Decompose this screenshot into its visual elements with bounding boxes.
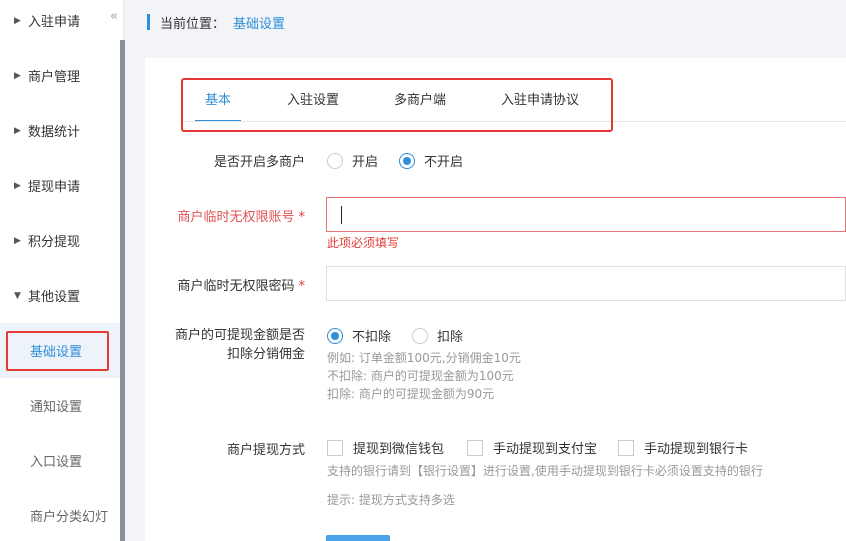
sidebar-item-label: 积分提现: [28, 235, 81, 250]
sidebar-item-withdraw-apply[interactable]: ▶ 提现申请: [0, 158, 120, 213]
caret-right-icon: ▶: [14, 235, 21, 246]
checkbox-icon: [467, 439, 483, 456]
hint-line: 例如: 订单金额100元,分销佣金10元: [327, 351, 521, 365]
caret-right-icon: ▶: [14, 70, 21, 81]
sidebar-item-points-withdraw[interactable]: ▶ 积分提现: [0, 213, 120, 268]
radio-enable[interactable]: 开启: [327, 151, 378, 170]
sidebar-item-merchant-manage[interactable]: ▶ 商户管理: [0, 48, 120, 103]
deduct-commission-label: 商户的可提现金额是否 扣除分销佣金: [145, 326, 305, 364]
radio-label: 开启: [352, 155, 379, 170]
sidebar-item-label: 通知设置: [30, 400, 83, 415]
breadcrumb-label: 当前位置：: [160, 16, 226, 32]
sidebar-item-category-slides[interactable]: 商户分类幻灯: [0, 488, 120, 541]
sidebar-item-label: 其他设置: [28, 290, 81, 305]
withdraw-hint-banks: 支持的银行请到【银行设置】进行设置,使用手动提现到银行卡必须设置支持的银行: [327, 464, 763, 478]
radio-label: 不开启: [424, 155, 464, 170]
radio-label: 不扣除: [352, 330, 392, 345]
sidebar-item-entry-settings[interactable]: 入口设置: [0, 433, 120, 488]
checkbox-icon: [327, 439, 343, 456]
checkbox-alipay[interactable]: 手动提现到支付宝: [467, 438, 597, 457]
highlight-outline: [6, 331, 109, 371]
sidebar-scrollbar[interactable]: [120, 40, 125, 541]
hint-line: 不扣除: 商户的可提现金额为100元: [327, 369, 514, 383]
temp-password-input[interactable]: [326, 266, 846, 301]
radio-checked-icon: [399, 152, 415, 169]
radio-disable[interactable]: 不开启: [399, 151, 463, 170]
sidebar-item-notify-settings[interactable]: 通知设置: [0, 378, 120, 433]
checkbox-label: 手动提现到银行卡: [644, 442, 749, 457]
checkbox-icon: [618, 439, 634, 456]
field-label: 是否开启多商户: [213, 155, 305, 170]
sidebar-item-label: 商户管理: [28, 70, 81, 85]
checkbox-wechat[interactable]: 提现到微信钱包: [327, 438, 444, 457]
highlight-outline: [181, 78, 613, 132]
caret-right-icon: ▶: [14, 180, 21, 191]
field-label: 扣除分销佣金: [226, 347, 305, 362]
hint-line: 扣除: 商户的可提现金额为90元: [327, 387, 495, 401]
sidebar-item-other-settings[interactable]: ▼ 其他设置: [0, 268, 120, 323]
field-label: 商户临时无权限密码: [177, 279, 295, 294]
checkbox-bank[interactable]: 手动提现到银行卡: [618, 438, 748, 457]
temp-account-input[interactable]: [326, 197, 846, 232]
multi-merchant-label: 是否开启多商户: [145, 151, 305, 170]
radio-no-deduct[interactable]: 不扣除: [327, 326, 391, 345]
temp-account-error: 此项必须填写: [327, 236, 400, 250]
sidebar-item-label: 数据统计: [28, 125, 81, 140]
field-label: 商户提现方式: [226, 443, 305, 458]
radio-checked-icon: [327, 327, 343, 344]
breadcrumb-current[interactable]: 基础设置: [233, 13, 285, 32]
breadcrumb-marker: [147, 14, 150, 30]
withdraw-hint-multi: 提示: 提现方式支持多选: [327, 493, 455, 507]
withdraw-method-label: 商户提现方式: [145, 439, 305, 458]
sidebar-item-settle-apply[interactable]: ▶ 入驻申请: [0, 0, 120, 48]
deduct-hint: 例如: 订单金额100元,分销佣金10元 不扣除: 商户的可提现金额为100元 …: [327, 349, 521, 403]
required-mark: *: [298, 210, 306, 225]
sidebar-item-label: 提现申请: [28, 180, 81, 195]
sidebar: « ▶ 入驻申请 ▶ 商户管理 ▶ 数据统计 ▶ 提现申请 ▶ 积分提现 ▼ 其…: [0, 0, 124, 541]
field-label: 商户的可提现金额是否: [174, 328, 305, 343]
sidebar-item-statistics[interactable]: ▶ 数据统计: [0, 103, 120, 158]
radio-label: 扣除: [437, 330, 464, 345]
temp-password-label: 商户临时无权限密码 *: [145, 275, 305, 294]
sidebar-item-label: 商户分类幻灯: [30, 510, 109, 525]
temp-account-label: 商户临时无权限账号 *: [145, 206, 305, 225]
radio-deduct[interactable]: 扣除: [412, 326, 463, 345]
radio-circle-icon: [327, 152, 343, 169]
caret-right-icon: ▶: [14, 15, 21, 26]
checkbox-label: 提现到微信钱包: [353, 442, 445, 457]
sidebar-item-label: 入口设置: [30, 455, 83, 470]
checkbox-label: 手动提现到支付宝: [493, 442, 598, 457]
radio-circle-icon: [412, 327, 428, 344]
submit-button[interactable]: [326, 535, 390, 541]
caret-down-icon: ▼: [14, 290, 21, 301]
field-label: 商户临时无权限账号: [177, 210, 295, 225]
required-mark: *: [298, 279, 306, 294]
caret-right-icon: ▶: [14, 125, 21, 136]
sidebar-item-label: 入驻申请: [28, 15, 81, 30]
breadcrumb: 当前位置： 基础设置: [145, 0, 846, 44]
text-cursor: [341, 206, 342, 224]
